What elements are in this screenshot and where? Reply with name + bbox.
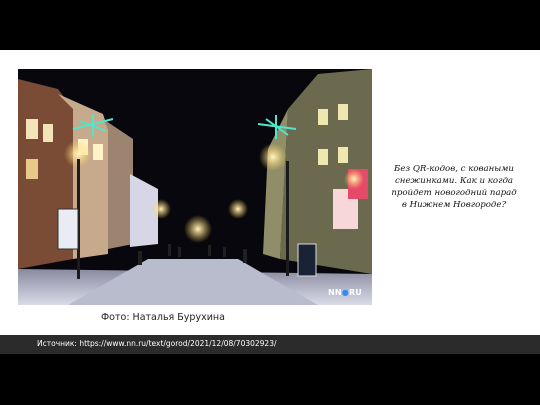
source-link-text: Источник: https://www.nn.ru/text/gorod/2… (37, 339, 277, 348)
watermark-ru: RU (348, 288, 362, 297)
photo-watermark: NN●RU (328, 288, 362, 297)
night-street-illustration (18, 69, 372, 305)
photo-caption: Фото: Наталья Бурухина (101, 312, 225, 323)
watermark-nn: NN (327, 288, 342, 297)
street-photo: NN●RU (18, 69, 372, 305)
article-headline: Без QR-кодов, с коваными снежинками. Как… (391, 164, 517, 210)
watermark-dot: ● (341, 288, 349, 297)
